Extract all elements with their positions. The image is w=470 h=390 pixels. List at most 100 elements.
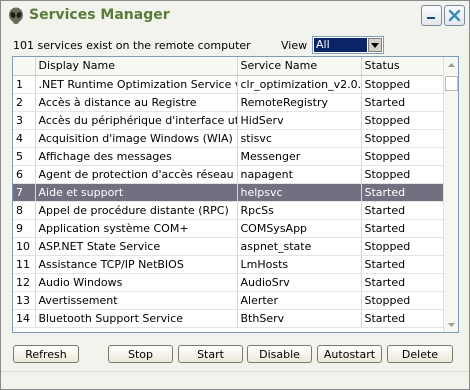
display-name-cell: Appel de procédure distante (RPC) [35,201,238,220]
title-bar[interactable]: Services Manager [1,1,469,31]
service-name-cell: napagent [237,165,362,184]
status-cell: Stopped [361,165,444,184]
display-name-cell: Accès du périphérique d'interface utilis… [35,111,238,130]
status-cell: Stopped [361,237,444,256]
column-header-service-name[interactable]: Service Name [237,57,362,76]
display-name-cell: Acquisition d'image Windows (WIA) [35,129,238,148]
row-index-cell: 8 [13,201,36,220]
chevron-down-icon[interactable] [368,38,382,52]
service-name-cell: RpcSs [237,201,362,220]
row-index-cell: 4 [13,129,36,148]
services-manager-window: Services Manager 101 services exist on t… [0,0,470,390]
services-table[interactable]: Display Name Service Name Status 1 .NET R… [12,56,459,333]
refresh-button[interactable]: Refresh [13,345,79,363]
display-name-cell: Assistance TCP/IP NetBIOS [35,255,238,274]
row-index-cell: 12 [13,273,36,292]
status-cell: Stopped [361,75,444,94]
display-name-cell: Affichage des messages [35,147,238,166]
table-row[interactable]: 10 ASP.NET State Service aspnet_state Stopp… [13,237,444,256]
close-button[interactable] [444,5,465,26]
table-header-row: Display Name Service Name Status [13,57,444,76]
status-cell: Stopped [361,291,444,310]
table-row[interactable]: 3Accès du périphérique d'interface utili… [13,111,444,130]
row-index-cell: 5 [13,147,36,166]
table-row[interactable]: 13 Avertissement Alerter Stopped [13,291,444,310]
scroll-up-icon[interactable] [444,57,458,72]
table-row[interactable]: 1.NET Runtime Optimization Service v2.0.… [13,75,444,94]
status-cell: Started [361,201,444,220]
service-name-cell: Messenger [237,147,362,166]
service-name-cell: stisvc [237,129,362,148]
display-name-cell: Aide et support [35,183,238,202]
vertical-scrollbar[interactable] [443,57,458,332]
row-index-cell: 10 [13,237,36,256]
row-index-cell: 1 [13,75,36,94]
table-row[interactable]: 6 Agent de protection d'accès réseau napag… [13,165,444,184]
view-label: View [281,39,308,52]
display-name-cell: Avertissement [35,291,238,310]
column-header-index[interactable] [13,57,36,76]
service-name-cell: RemoteRegistry [237,93,362,112]
scrollbar-thumb[interactable] [445,76,458,91]
table-row[interactable]: 7 Aide et support helpsvc Started [13,183,444,202]
close-icon [448,9,461,22]
table-row[interactable]: 9 Application système COM+ COMSysApp Starte… [13,219,444,238]
table-row[interactable]: 5 Affichage des messages Messenger Stopped [13,147,444,166]
status-cell: Stopped [361,147,444,166]
display-name-cell: ASP.NET State Service [35,237,238,256]
start-button[interactable]: Start [178,345,243,363]
column-header-status[interactable]: Status [361,57,444,76]
table-row[interactable]: 14 Bluetooth Support Service BthServ Starte… [13,309,444,328]
status-cell: Stopped [361,111,444,130]
service-name-cell: clr_optimization_v2.0.507 [237,75,362,94]
view-filter-value: All [314,38,367,52]
status-cell: Started [361,309,444,328]
display-name-cell: Application système COM+ [35,219,238,238]
row-index-cell: 9 [13,219,36,238]
display-name-cell: Audio Windows [35,273,238,292]
table-row[interactable]: 8 Appel de procédure distante (RPC) RpcSs S… [13,201,444,220]
window-title: Services Manager [29,7,170,23]
row-index-cell: 3 [13,111,36,130]
table-row[interactable]: 12 Audio Windows AudioSrv Started [13,273,444,292]
minimize-icon [427,17,435,19]
delete-button[interactable]: Delete [387,345,453,363]
status-cell: Stopped [361,129,444,148]
table-row[interactable]: 2 Accès à distance au Registre RemoteRegis… [13,93,444,112]
column-header-display-name[interactable]: Display Name [35,57,238,76]
minimize-button[interactable] [421,5,442,26]
row-index-cell: 6 [13,165,36,184]
display-name-cell: .NET Runtime Optimization Service v2.0.5 [35,75,238,94]
status-cell: Started [361,255,444,274]
status-cell: Started [361,93,444,112]
alien-app-icon [7,7,25,25]
status-cell: Started [361,219,444,238]
row-index-cell: 14 [13,309,36,328]
row-index-cell: 11 [13,255,36,274]
service-name-cell: HidServ [237,111,362,130]
service-name-cell: Alerter [237,291,362,310]
service-name-cell: LmHosts [237,255,362,274]
display-name-cell: Accès à distance au Registre [35,93,238,112]
service-name-cell: AudioSrv [237,273,362,292]
row-index-cell: 2 [13,93,36,112]
display-name-cell: Bluetooth Support Service [35,309,238,328]
scroll-down-icon[interactable] [444,317,458,332]
status-bar [1,371,469,389]
table-row[interactable]: 4 Acquisition d'image Windows (WIA) stisvc… [13,129,444,148]
autostart-button[interactable]: Autostart [317,345,382,363]
table-row[interactable]: 11 Assistance TCP/IP NetBIOS LmHosts Starte… [13,255,444,274]
display-name-cell: Agent de protection d'accès réseau [35,165,238,184]
row-index-cell: 7 [13,183,36,202]
status-cell: Started [361,183,444,202]
service-name-cell: COMSysApp [237,219,362,238]
view-filter-select[interactable]: All [312,36,384,54]
service-name-cell: BthServ [237,309,362,328]
service-name-cell: aspnet_state [237,237,362,256]
status-cell: Started [361,273,444,292]
disable-button[interactable]: Disable [247,345,312,363]
service-name-cell: helpsvc [237,183,362,202]
row-index-cell: 13 [13,291,36,310]
service-count-text: 101 services exist on the remote compute… [13,39,251,52]
stop-button[interactable]: Stop [108,345,173,363]
